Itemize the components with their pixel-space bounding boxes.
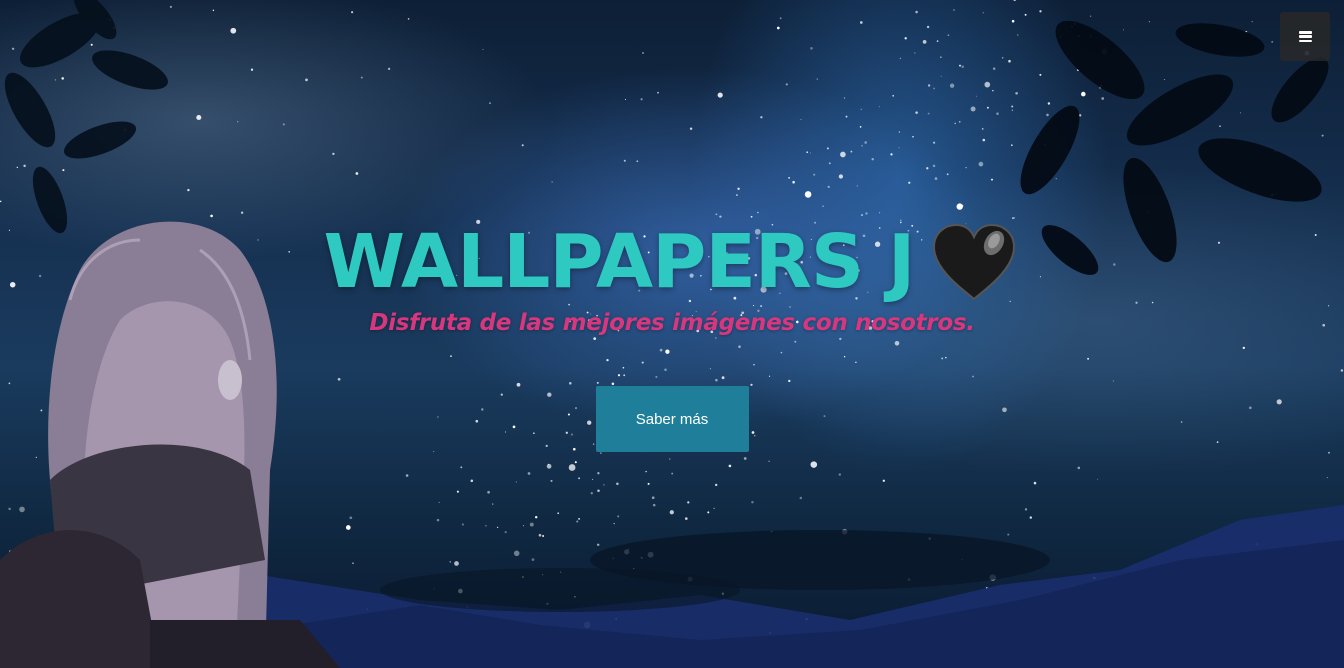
menu-button[interactable]	[1280, 12, 1330, 61]
hamburger-menu-icon	[1298, 31, 1312, 42]
title-row: WALLPAPERS J	[0, 218, 1344, 306]
hero-subtitle: Disfruta de las mejores imágenes con nos…	[369, 310, 975, 336]
hero-section: WALLPAPERS J Disfruta de las mejores imá…	[0, 0, 1344, 668]
leaves-top-left	[4, 0, 168, 234]
site-title: WALLPAPERS J	[323, 219, 916, 305]
saber-mas-button[interactable]: Saber más	[595, 386, 749, 452]
black-heart-icon	[933, 223, 1016, 301]
hero-content: WALLPAPERS J Disfruta de las mejores imá…	[0, 218, 1344, 452]
